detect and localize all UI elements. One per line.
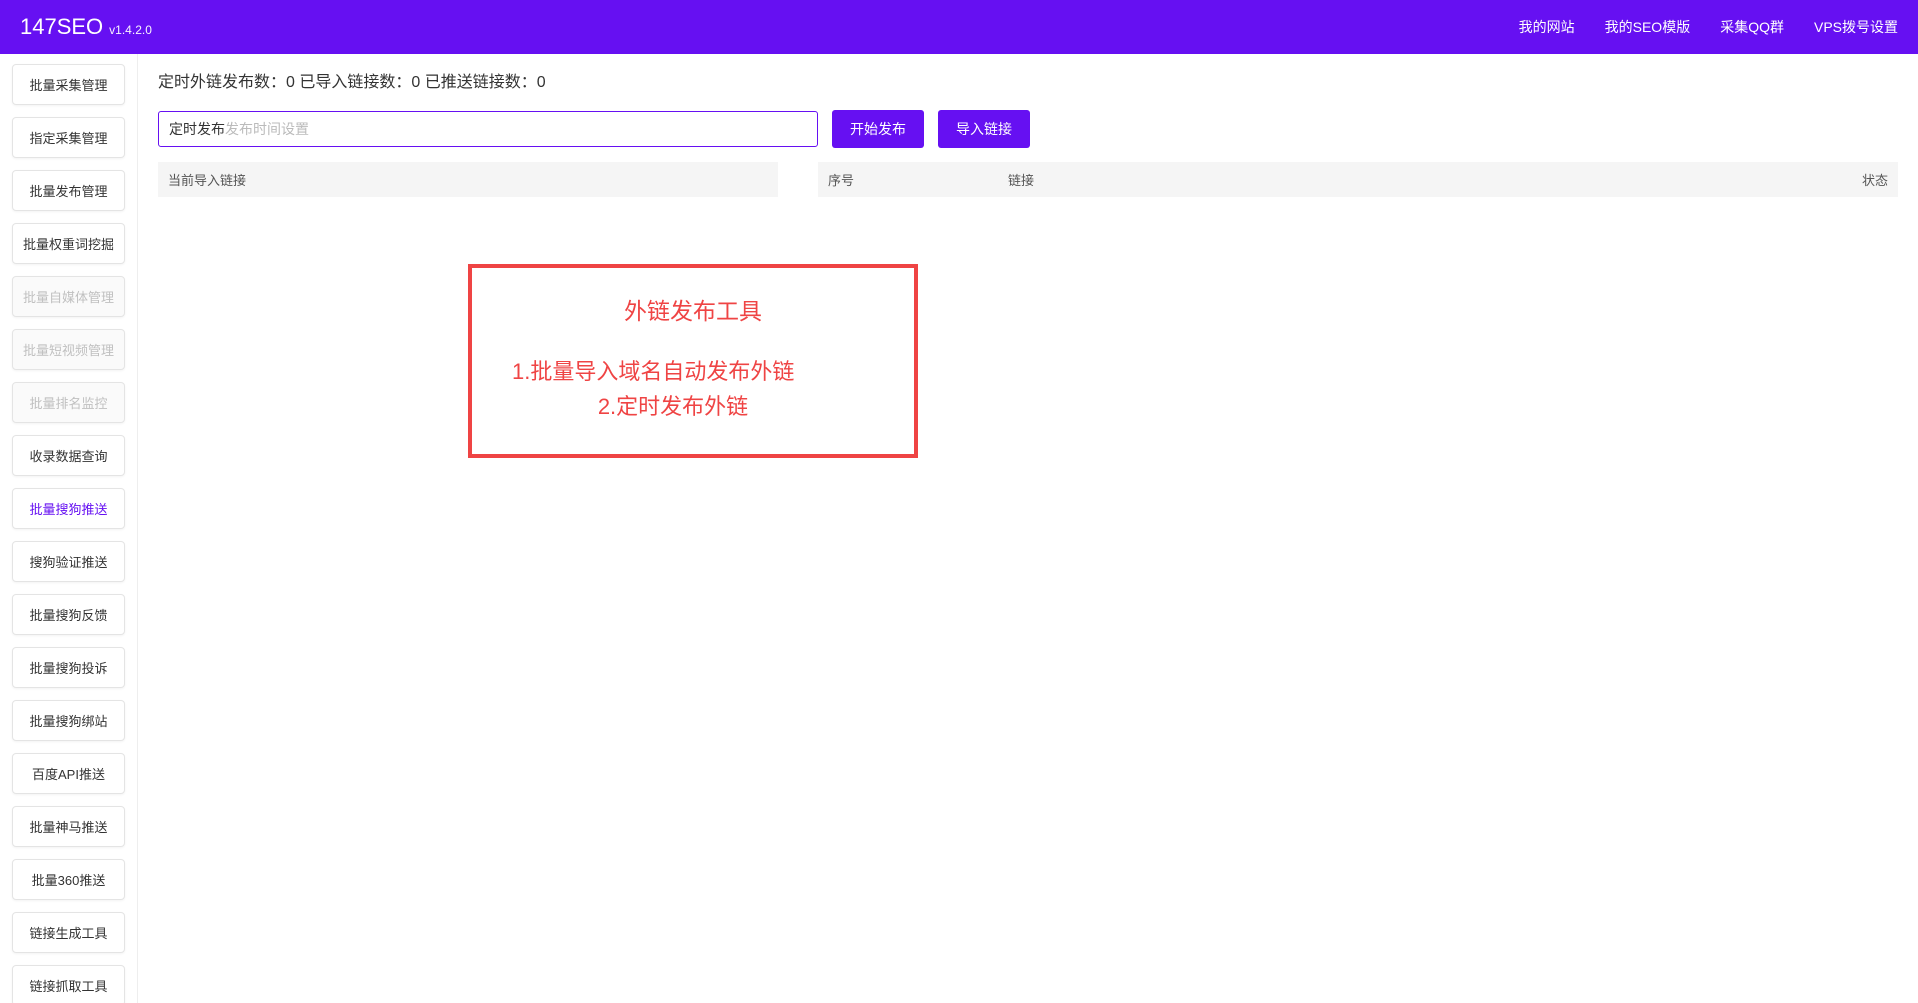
sidebar-item-sogou-complaint[interactable]: 批量搜狗投诉 xyxy=(12,647,125,688)
app-version: v1.4.2.0 xyxy=(109,23,152,37)
import-links-button[interactable]: 导入链接 xyxy=(938,110,1030,148)
sidebar: 批量采集管理 指定采集管理 批量发布管理 批量权重词挖掘 批量自媒体管理 批量短… xyxy=(0,54,138,1003)
imported-links-table: 当前导入链接 xyxy=(158,162,778,197)
status-table: 序号 链接 状态 xyxy=(818,162,1898,197)
left-table-header: 当前导入链接 xyxy=(158,162,778,197)
overlay-line-2: 2.定时发布外链 xyxy=(512,389,874,424)
sidebar-item-batch-collect[interactable]: 批量采集管理 xyxy=(12,64,125,105)
sidebar-item-batch-publish[interactable]: 批量发布管理 xyxy=(12,170,125,211)
left-th-links: 当前导入链接 xyxy=(168,170,246,189)
controls-row: 定时发布 发布时间设置 开始发布 导入链接 xyxy=(158,110,1898,148)
start-publish-button[interactable]: 开始发布 xyxy=(832,110,924,148)
sidebar-item-specific-collect[interactable]: 指定采集管理 xyxy=(12,117,125,158)
nav-my-site[interactable]: 我的网站 xyxy=(1519,17,1575,37)
annotation-overlay: 外链发布工具 1.批量导入域名自动发布外链 2.定时发布外链 xyxy=(468,264,918,458)
sidebar-item-link-generator[interactable]: 链接生成工具 xyxy=(12,912,125,953)
sidebar-item-short-video: 批量短视频管理 xyxy=(12,329,125,370)
nav-vps-settings[interactable]: VPS拨号设置 xyxy=(1814,17,1898,37)
sidebar-item-self-media: 批量自媒体管理 xyxy=(12,276,125,317)
sidebar-item-rank-monitor: 批量排名监控 xyxy=(12,382,125,423)
overlay-line-1: 1.批量导入域名自动发布外链 xyxy=(512,354,874,389)
top-nav: 我的网站 我的SEO模版 采集QQ群 VPS拨号设置 xyxy=(1519,17,1898,37)
sidebar-item-baidu-api[interactable]: 百度API推送 xyxy=(12,753,125,794)
th-link: 链接 xyxy=(1008,170,1728,189)
app-header: 147SEO v1.4.2.0 我的网站 我的SEO模版 采集QQ群 VPS拨号… xyxy=(0,0,1918,54)
th-status: 状态 xyxy=(1828,170,1888,189)
sidebar-item-360-push[interactable]: 批量360推送 xyxy=(12,859,125,900)
sidebar-item-sogou-push[interactable]: 批量搜狗推送 xyxy=(12,488,125,529)
nav-seo-template[interactable]: 我的SEO模版 xyxy=(1605,17,1691,37)
nav-qq-group[interactable]: 采集QQ群 xyxy=(1720,17,1784,37)
schedule-time-input[interactable]: 定时发布 发布时间设置 xyxy=(158,111,818,147)
input-prefix: 定时发布 xyxy=(169,119,225,139)
sidebar-item-weight-keywords[interactable]: 批量权重词挖掘 xyxy=(12,223,125,264)
logo-area: 147SEO v1.4.2.0 xyxy=(20,14,152,40)
status-line: 定时外链发布数：0 已导入链接数：0 已推送链接数：0 xyxy=(158,68,1898,92)
sidebar-item-sogou-bind[interactable]: 批量搜狗绑站 xyxy=(12,700,125,741)
sidebar-item-sogou-feedback[interactable]: 批量搜狗反馈 xyxy=(12,594,125,635)
overlay-title: 外链发布工具 xyxy=(512,292,874,326)
app-logo: 147SEO xyxy=(20,14,103,40)
th-seq: 序号 xyxy=(828,170,908,189)
sidebar-item-index-data[interactable]: 收录数据查询 xyxy=(12,435,125,476)
tables-row: 当前导入链接 序号 链接 状态 xyxy=(158,162,1898,197)
input-placeholder: 发布时间设置 xyxy=(225,119,309,139)
sidebar-item-sogou-verify[interactable]: 搜狗验证推送 xyxy=(12,541,125,582)
sidebar-item-shenma-push[interactable]: 批量神马推送 xyxy=(12,806,125,847)
right-table-header: 序号 链接 状态 xyxy=(818,162,1898,197)
main-content: 定时外链发布数：0 已导入链接数：0 已推送链接数：0 定时发布 发布时间设置 … xyxy=(138,54,1918,1003)
sidebar-item-link-crawler[interactable]: 链接抓取工具 xyxy=(12,965,125,1003)
